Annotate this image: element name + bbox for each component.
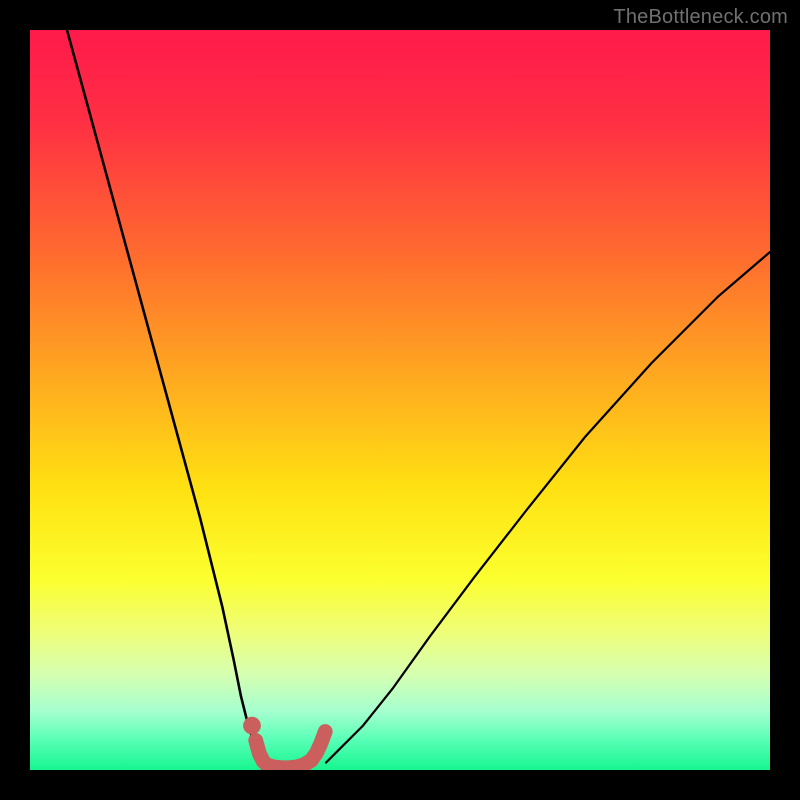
marker-dot	[243, 717, 261, 735]
curve-right-branch	[326, 252, 770, 763]
watermark-text: TheBottleneck.com	[613, 6, 788, 29]
trough-marker	[256, 732, 326, 768]
plot-area	[30, 30, 770, 770]
chart-stage: TheBottleneck.com	[0, 0, 800, 800]
curve-layer	[30, 30, 770, 770]
curve-left-branch	[67, 30, 263, 763]
